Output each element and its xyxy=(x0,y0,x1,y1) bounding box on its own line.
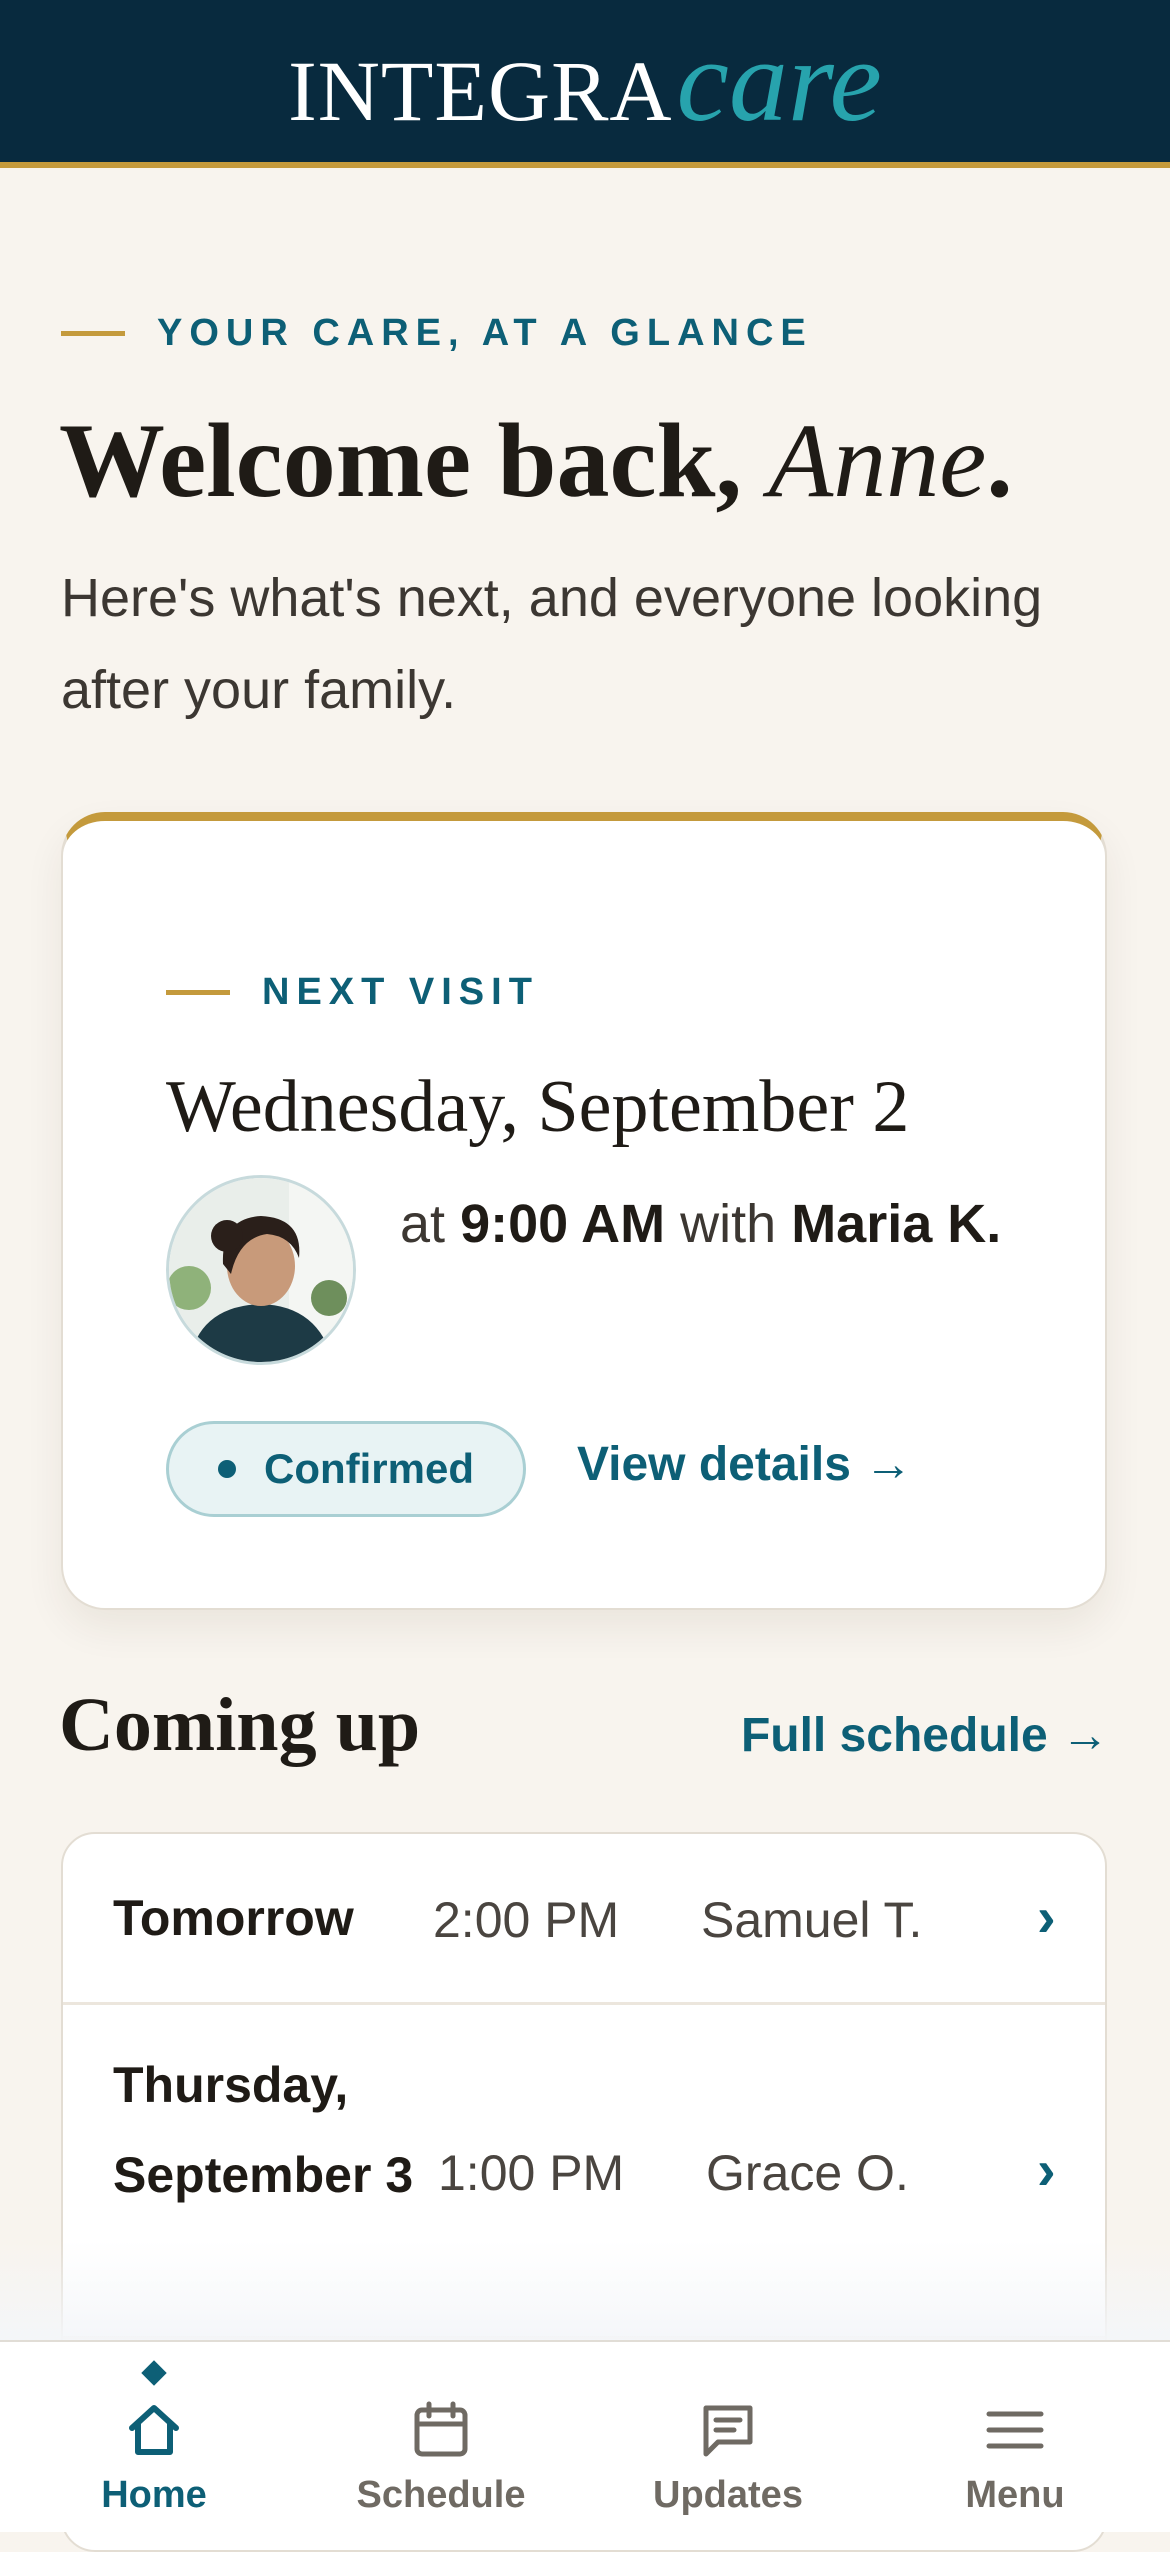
next-visit-eyebrow: NEXT VISIT xyxy=(166,971,539,1014)
tab-label: Schedule xyxy=(356,2474,526,2516)
hero-eyebrow: YOUR CARE, AT A GLANCE xyxy=(61,312,813,355)
visit-caregiver: Grace O. xyxy=(706,2145,909,2201)
tab-label: Updates xyxy=(653,2474,803,2516)
visit-time: 2:00 PM xyxy=(433,1892,620,1948)
message-icon xyxy=(703,2405,753,2457)
visit-time: 1:00 PM xyxy=(438,2145,625,2201)
home-icon xyxy=(129,2405,179,2455)
eyebrow-rule xyxy=(166,990,230,995)
eyebrow-rule xyxy=(61,331,125,336)
visit-caregiver: Samuel T. xyxy=(701,1892,923,1948)
chevron-right-icon: › xyxy=(1037,2138,1056,2201)
visit-at-word: at xyxy=(400,1194,446,1254)
app-header: INTEGRA care xyxy=(0,0,1170,168)
calendar-icon xyxy=(414,2401,468,2457)
list-item[interactable]: Tomorrow 2:00 PM Samuel T. › xyxy=(63,1834,1105,2005)
brand-name: INTEGRA xyxy=(288,43,673,139)
next-visit-date: Wednesday, September 2 xyxy=(166,1066,910,1148)
hero-intro: Here's what's next, and everyone looking… xyxy=(61,568,1043,720)
hero-eyebrow-text: YOUR CARE, AT A GLANCE xyxy=(157,312,813,354)
tab-label: Menu xyxy=(965,2474,1065,2516)
caregiver-name: Maria K. xyxy=(791,1194,1002,1254)
brand-accent: care xyxy=(676,15,882,146)
coming-up-title: Coming up xyxy=(59,1683,421,1767)
scroll-fade xyxy=(0,2240,1170,2340)
visit-day: Thursday, September 3 xyxy=(113,2057,414,2203)
tab-updates[interactable]: Updates xyxy=(582,2342,874,2532)
full-schedule-link[interactable]: Full schedule → xyxy=(741,1708,1109,1763)
tab-menu[interactable]: Menu xyxy=(869,2342,1161,2532)
caregiver-avatar xyxy=(166,1175,356,1365)
visit-with-word: with xyxy=(680,1194,777,1254)
status-dot-icon xyxy=(218,1460,236,1478)
status-label: Confirmed xyxy=(264,1445,474,1492)
visit-day: Tomorrow xyxy=(113,1890,354,1946)
tab-home[interactable]: Home xyxy=(8,2342,300,2532)
welcome-punctuation: . xyxy=(986,402,1013,519)
chevron-right-icon: › xyxy=(1037,1885,1056,1948)
tab-schedule[interactable]: Schedule xyxy=(295,2342,587,2532)
welcome-heading: Welcome back, Anne. xyxy=(59,400,1013,522)
next-visit-card: NEXT VISIT Wednesday, September 2 at 9:0… xyxy=(61,812,1107,1610)
brand-logo[interactable]: INTEGRA care xyxy=(288,13,882,149)
hamburger-icon xyxy=(986,2411,1044,2449)
bottom-tab-bar: Home Schedule Updates Menu xyxy=(0,2340,1170,2532)
visit-time: 9:00 AM xyxy=(460,1194,666,1254)
view-details-link[interactable]: View details → xyxy=(577,1437,912,1492)
welcome-greeting: Welcome back, xyxy=(59,402,742,519)
visit-summary: at 9:00 AM with Maria K. xyxy=(400,1177,1020,1271)
user-name: Anne xyxy=(768,402,987,519)
status-badge: Confirmed xyxy=(166,1421,526,1517)
caregiver-photo xyxy=(169,1178,353,1362)
tab-label: Home xyxy=(101,2474,207,2516)
next-visit-label: NEXT VISIT xyxy=(262,971,539,1013)
active-indicator-icon xyxy=(141,2360,167,2386)
